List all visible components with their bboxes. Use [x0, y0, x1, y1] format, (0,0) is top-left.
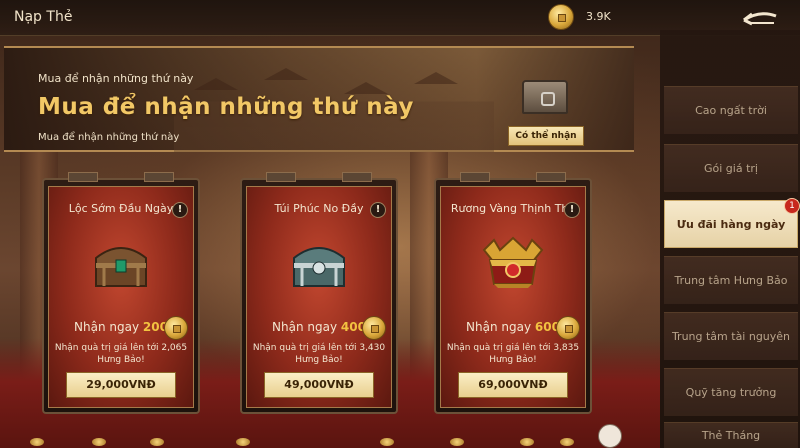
reward-description: Nhận quà trị giá lên tới 3,835 Hưng Bảo!	[446, 343, 580, 365]
tab-label: Gói giá trị	[704, 162, 758, 175]
tab-cao-ngat-troi[interactable]: Cao ngất trời	[664, 86, 798, 134]
tab-the-thang[interactable]: Thẻ Tháng	[664, 422, 798, 448]
claim-button[interactable]: Có thể nhận	[508, 126, 584, 146]
reward-description: Nhận quà trị giá lên tới 2,065 Hưng Bảo!	[54, 343, 188, 365]
tab-quy-tang-truong[interactable]: Quỹ tăng trưởng	[664, 368, 798, 416]
gold-coin-icon	[548, 4, 574, 30]
frame-ornament	[342, 172, 372, 182]
package-card: Túi Phúc No Đầy ! Nhận ngay 400 Nhận quà…	[240, 172, 398, 414]
banner-title: Mua để nhận những thứ này	[38, 94, 414, 120]
tab-label: Trung tâm tài nguyên	[671, 330, 791, 343]
floor-coins-decor	[0, 428, 620, 448]
reward-description: Nhận quà trị giá lên tới 3,430 Hưng Bảo!	[252, 343, 386, 365]
reward-label: Nhận ngay	[272, 320, 338, 334]
frame-ornament	[460, 172, 490, 182]
gold-coin-icon	[362, 316, 386, 340]
package-card: Rương Vàng Thịnh Thế ! Nhận ngay 600 Nhậ…	[434, 172, 592, 414]
tab-label: Quỹ tăng trưởng	[685, 386, 777, 399]
tab-label: Cao ngất trời	[695, 104, 767, 117]
frame-ornament	[68, 172, 98, 182]
buy-button[interactable]: 29,000VNĐ	[66, 372, 176, 398]
back-arrow-icon[interactable]	[740, 6, 780, 28]
silver-chest-icon	[293, 247, 345, 287]
reward-label: Nhận ngay	[74, 320, 140, 334]
banner-description: Mua để nhận những thứ này	[38, 132, 180, 143]
page-title: Nạp Thẻ	[14, 9, 73, 25]
gold-coin-icon	[164, 316, 188, 340]
info-icon[interactable]: !	[172, 202, 188, 218]
reward-chest-icon	[522, 80, 568, 114]
banner-subtitle: Mua để nhận những thứ này	[38, 72, 194, 85]
frame-ornament	[266, 172, 296, 182]
notification-badge: 1	[784, 198, 800, 214]
buy-button[interactable]: 69,000VNĐ	[458, 372, 568, 398]
package-card: Lộc Sớm Đầu Ngày ! Nhận ngay 200 Nhận qu…	[42, 172, 200, 414]
gold-coin-icon	[556, 316, 580, 340]
currency-balance: 3.9K	[586, 10, 611, 23]
tab-uu-dai-hang-ngay[interactable]: Ưu đãi hàng ngày	[664, 200, 798, 248]
info-icon[interactable]: !	[564, 202, 580, 218]
reward-label: Nhận ngay	[466, 320, 532, 334]
frame-ornament	[144, 172, 174, 182]
tab-label: Trung tâm Hưng Bảo	[674, 274, 788, 287]
tab-label: Thẻ Tháng	[701, 429, 761, 442]
wooden-chest-icon	[95, 247, 147, 287]
golden-chest-icon	[482, 236, 544, 288]
mascot-icon[interactable]	[598, 424, 622, 448]
tab-trung-tam-hung-bao[interactable]: Trung tâm Hưng Bảo	[664, 256, 798, 304]
tab-goi-gia-tri[interactable]: Gói giá trị	[664, 144, 798, 192]
frame-ornament	[536, 172, 566, 182]
tab-trung-tam-tai-nguyen[interactable]: Trung tâm tài nguyên	[664, 312, 798, 360]
tab-label: Ưu đãi hàng ngày	[676, 218, 786, 231]
info-icon[interactable]: !	[370, 202, 386, 218]
buy-button[interactable]: 49,000VNĐ	[264, 372, 374, 398]
